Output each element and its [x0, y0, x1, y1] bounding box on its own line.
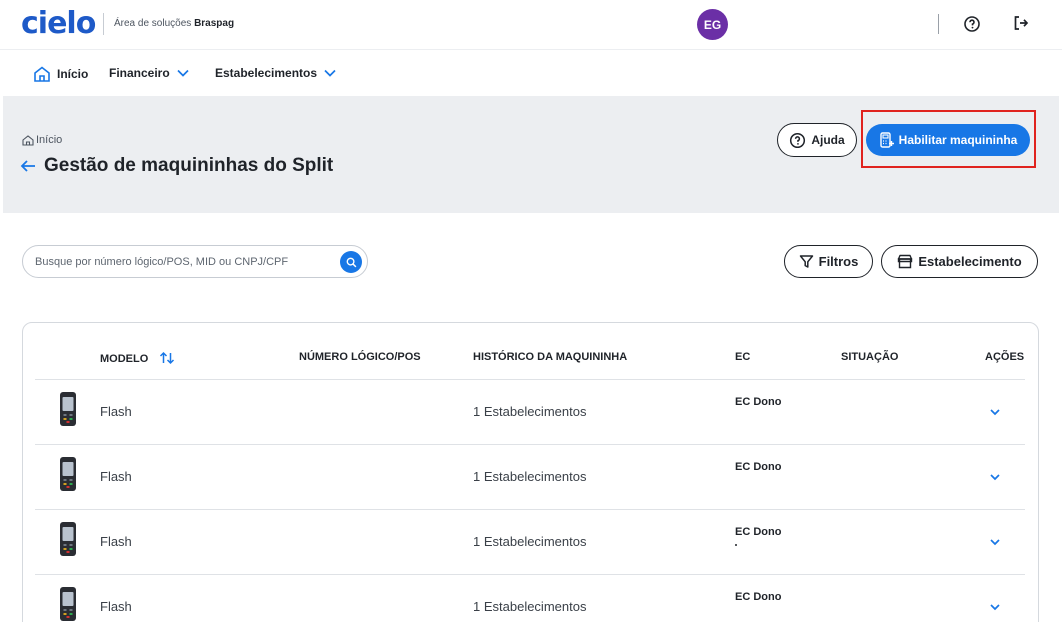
cell-history[interactable]: 1 Estabelecimentos: [473, 404, 586, 419]
home-icon: [22, 134, 34, 146]
column-header-label: MODELO: [100, 353, 149, 365]
chevron-down-icon[interactable]: [989, 536, 1001, 548]
enable-terminal-label: Habilitar maquininha: [898, 133, 1018, 147]
filter-icon: [799, 255, 813, 268]
table-row: Flash 1 Estabelecimentos EC Dono: [35, 444, 1025, 509]
help-icon: [790, 132, 806, 148]
subtitle-brand: Braspag: [194, 18, 235, 29]
nav-item-label: Financeiro: [109, 66, 170, 80]
chevron-down-icon[interactable]: [989, 406, 1001, 418]
filters-label: Filtros: [818, 254, 859, 269]
page-title: Gestão de maquininhas do Split: [44, 155, 334, 176]
cell-ec: EC Dono: [735, 461, 782, 473]
breadcrumb[interactable]: Início: [22, 134, 62, 146]
user-avatar[interactable]: EG: [697, 9, 728, 40]
dot-marker: [735, 544, 737, 546]
cielo-logo[interactable]: cielo: [21, 6, 96, 41]
help-button[interactable]: Ajuda: [777, 123, 857, 157]
pos-terminal-image: [60, 522, 76, 556]
column-header-situacao: SITUAÇÃO: [841, 351, 899, 363]
nav-item-estabelecimentos[interactable]: Estabelecimentos: [215, 66, 337, 80]
table-row: Flash 1 Estabelecimentos EC Dono: [35, 509, 1025, 574]
filters-button[interactable]: Filtros: [784, 245, 873, 278]
cell-model: Flash: [100, 599, 132, 614]
enable-terminal-button[interactable]: Habilitar maquininha: [866, 124, 1030, 156]
top-bar: cielo Área de soluções Braspag EG: [0, 0, 1062, 50]
search-placeholder: Busque por número lógico/POS, MID ou CNP…: [35, 256, 289, 268]
establishment-button[interactable]: Estabelecimento: [881, 245, 1038, 278]
search-input[interactable]: Busque por número lógico/POS, MID ou CNP…: [22, 245, 368, 278]
main-nav: Início Financeiro Estabelecimentos: [0, 51, 1062, 96]
app-subtitle: Área de soluções Braspag: [114, 18, 234, 29]
breadcrumb-label: Início: [36, 134, 63, 146]
column-header-modelo[interactable]: MODELO: [100, 351, 175, 365]
cell-model: Flash: [100, 534, 132, 549]
help-button-label: Ajuda: [811, 133, 845, 147]
column-header-historico: HISTÓRICO DA MAQUININHA: [473, 351, 628, 363]
column-header-ec: EC: [735, 351, 751, 363]
cell-history[interactable]: 1 Estabelecimentos: [473, 469, 586, 484]
nav-item-label: Estabelecimentos: [215, 66, 318, 80]
store-icon: [898, 254, 913, 269]
nav-item-label: Início: [57, 67, 89, 81]
pos-terminal-image: [60, 392, 76, 426]
page-title-row: Gestão de maquininhas do Split: [20, 155, 333, 177]
cell-ec: EC Dono: [735, 396, 782, 408]
pos-terminal-icon: [879, 132, 894, 148]
sort-icon[interactable]: [159, 351, 175, 365]
search-icon: [346, 257, 356, 267]
table-row: Flash 1 Estabelecimentos EC Dono: [35, 379, 1025, 444]
nav-item-inicio[interactable]: Início: [33, 66, 88, 82]
home-icon: [34, 66, 50, 82]
chevron-down-icon: [324, 69, 336, 77]
establishment-label: Estabelecimento: [918, 254, 1022, 269]
logo-divider: [103, 13, 104, 35]
column-header-numero-logico: NÚMERO LÓGICO/POS: [299, 351, 421, 363]
chevron-down-icon: [177, 69, 189, 77]
table-row: Flash 1 Estabelecimentos EC Dono: [35, 574, 1025, 622]
pos-terminal-image: [60, 587, 76, 621]
cell-ec: EC Dono: [735, 526, 782, 538]
search-button[interactable]: [340, 251, 362, 273]
logout-icon[interactable]: [1012, 14, 1030, 32]
cell-model: Flash: [100, 469, 132, 484]
pos-terminal-image: [60, 457, 76, 491]
subtitle-prefix: Área de soluções: [114, 18, 192, 29]
topbar-divider: [938, 14, 939, 34]
help-icon[interactable]: [963, 15, 981, 33]
cell-model: Flash: [100, 404, 132, 419]
column-header-acoes: AÇÕES: [985, 351, 1025, 363]
cell-ec: EC Dono: [735, 591, 782, 603]
cell-history[interactable]: 1 Estabelecimentos: [473, 534, 586, 549]
chevron-down-icon[interactable]: [989, 601, 1001, 613]
nav-item-financeiro[interactable]: Financeiro: [109, 66, 190, 80]
chevron-down-icon[interactable]: [989, 471, 1001, 483]
cell-history[interactable]: 1 Estabelecimentos: [473, 599, 586, 614]
arrow-left-icon[interactable]: [20, 159, 36, 173]
